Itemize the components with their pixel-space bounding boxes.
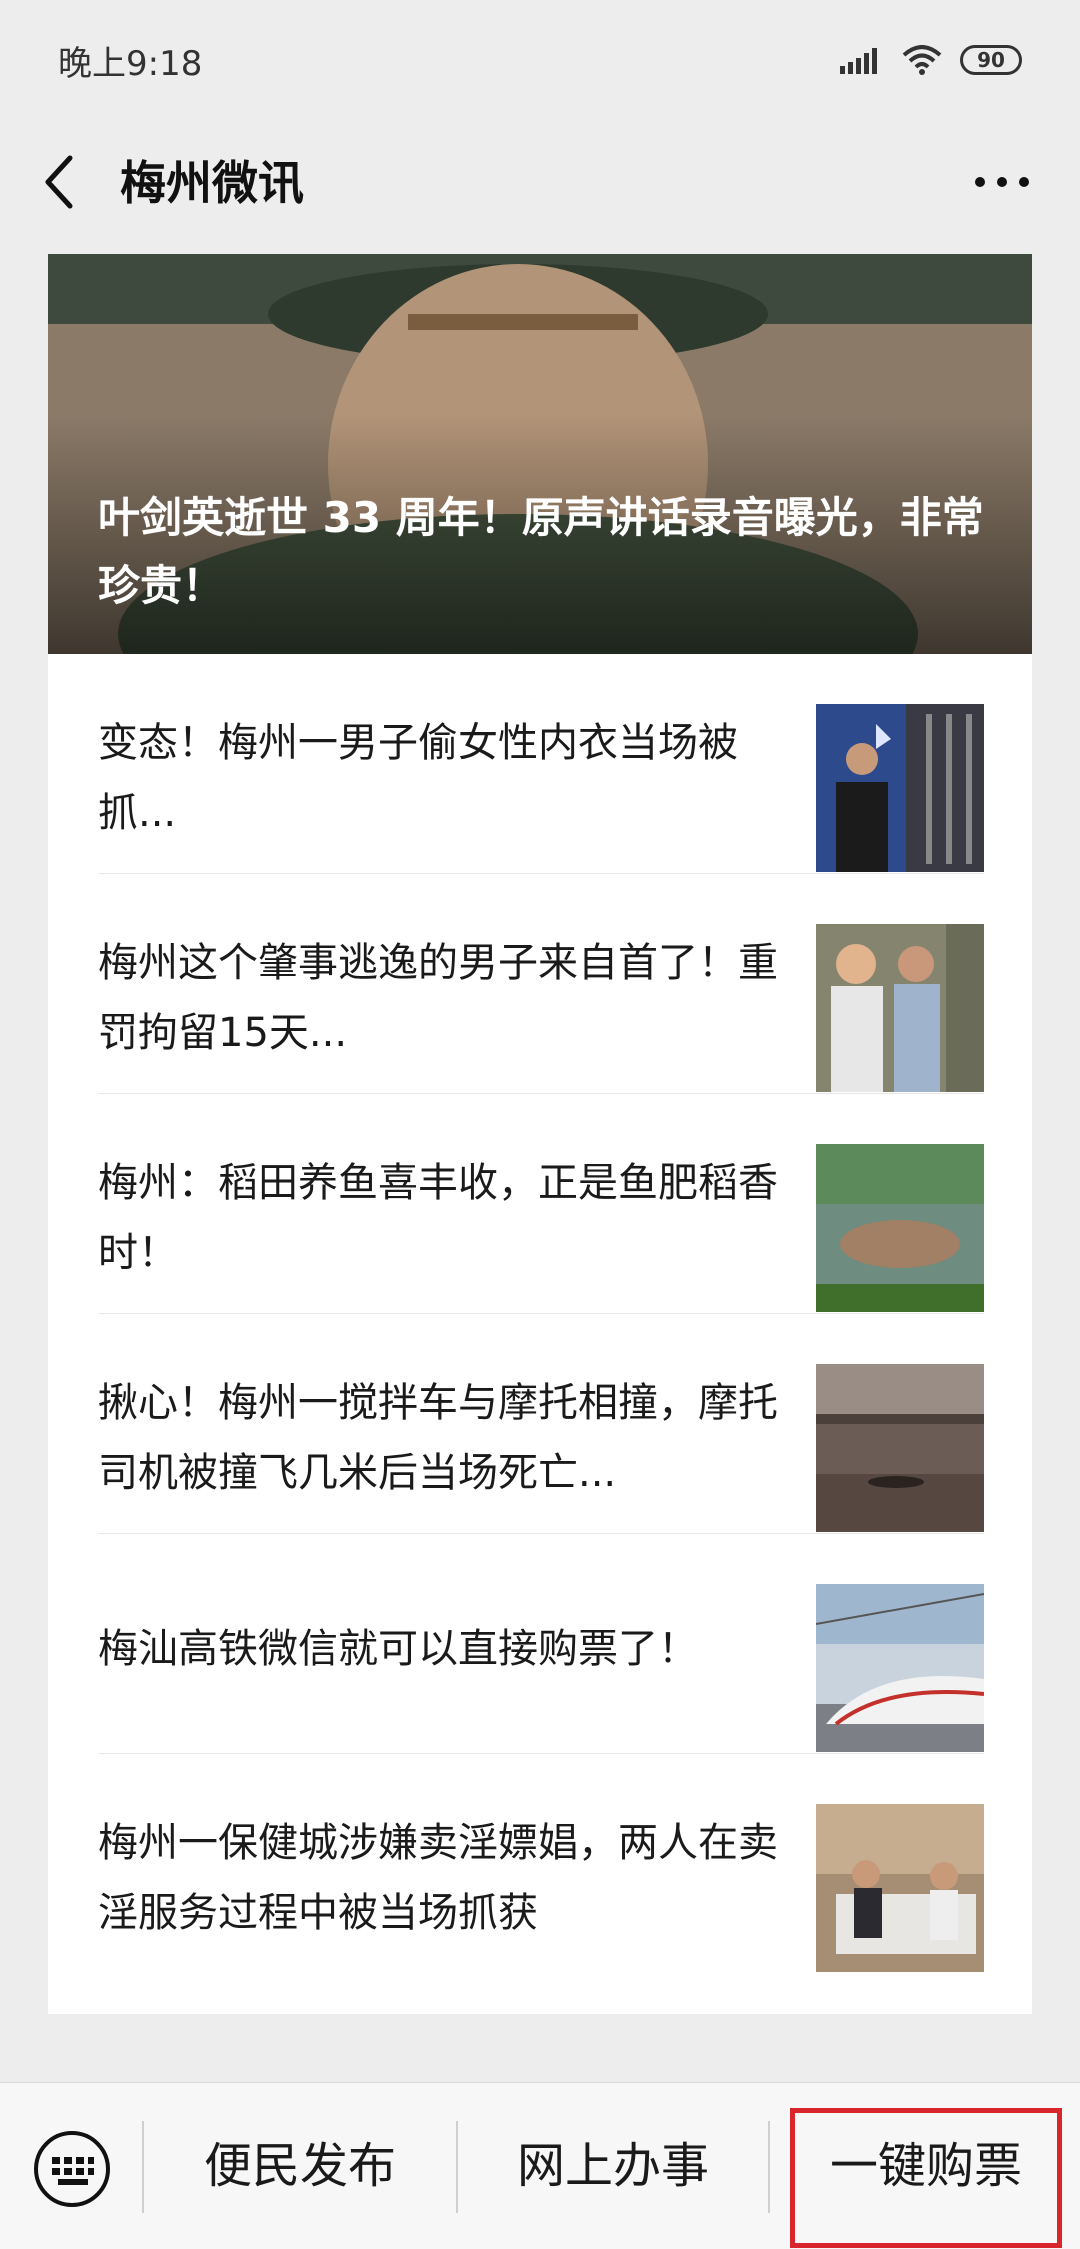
hero-title: 叶剑英逝世 33 周年！原声讲话录音曝光，非常珍贵！ — [98, 493, 984, 610]
list-item[interactable]: 梅州：稻田养鱼喜丰收，正是鱼肥稻香时！ — [98, 1094, 984, 1314]
nav-bar: 梅州微讯 — [0, 120, 1080, 246]
hero-article[interactable]: 叶剑英逝世 33 周年！原声讲话录音曝光，非常珍贵！ — [48, 254, 1032, 654]
back-arrow-icon[interactable] — [40, 150, 80, 214]
menu-item-online-service[interactable]: 网上办事 — [460, 2083, 766, 2249]
article-title: 梅州这个肇事逃逸的男子来自首了！重罚拘留15天... — [98, 940, 778, 1056]
status-time: 晚上9:18 — [58, 43, 203, 84]
keyboard-toggle-icon[interactable] — [32, 2129, 112, 2209]
list-item[interactable]: 梅州这个肇事逃逸的男子来自首了！重罚拘留15天... — [98, 874, 984, 1094]
article-title: 梅州：稻田养鱼喜丰收，正是鱼肥稻香时！ — [98, 1160, 778, 1276]
page-title: 梅州微讯 — [120, 156, 304, 210]
battery-indicator: 90 — [960, 45, 1022, 75]
status-bar: 晚上9:18 90 — [0, 0, 1080, 120]
article-thumbnail — [816, 1584, 984, 1752]
menu-divider — [768, 2121, 770, 2213]
article-title: 梅州一保健城涉嫌卖淫嫖娼，两人在卖淫服务过程中被当场抓获 — [98, 1820, 778, 1936]
article-title: 变态！梅州一男子偷女性内衣当场被抓... — [98, 720, 738, 836]
list-item[interactable]: 变态！梅州一男子偷女性内衣当场被抓... — [98, 654, 984, 874]
wifi-icon — [902, 45, 942, 75]
article-thumbnail — [816, 704, 984, 872]
article-title: 揪心！梅州一搅拌车与摩托相撞，摩托司机被撞飞几米后当场死亡... — [98, 1380, 778, 1496]
list-item[interactable]: 梅汕高铁微信就可以直接购票了！ — [98, 1534, 984, 1754]
article-title: 梅汕高铁微信就可以直接购票了！ — [98, 1626, 698, 1672]
list-item[interactable]: 梅州一保健城涉嫌卖淫嫖娼，两人在卖淫服务过程中被当场抓获 — [98, 1754, 984, 1973]
menu-divider — [142, 2121, 144, 2213]
more-options-icon[interactable] — [972, 172, 1032, 192]
article-thumbnail — [816, 1804, 984, 1972]
status-icons: 90 — [840, 45, 1022, 75]
list-item[interactable]: 揪心！梅州一搅拌车与摩托相撞，摩托司机被撞飞几米后当场死亡... — [98, 1314, 984, 1534]
article-thumbnail — [816, 1364, 984, 1532]
highlight-annotation — [790, 2108, 1062, 2248]
menu-item-bianmin[interactable]: 便民发布 — [146, 2083, 454, 2249]
article-card: 叶剑英逝世 33 周年！原声讲话录音曝光，非常珍贵！ 变态！梅州一男子偷女性内衣… — [48, 254, 1032, 2014]
article-list: 变态！梅州一男子偷女性内衣当场被抓... 梅州这个肇事逃逸的男子来自首了！重罚拘… — [48, 654, 1032, 1973]
article-thumbnail — [816, 924, 984, 1092]
signal-icon — [840, 48, 877, 74]
article-thumbnail — [816, 1144, 984, 1312]
menu-divider — [456, 2121, 458, 2213]
